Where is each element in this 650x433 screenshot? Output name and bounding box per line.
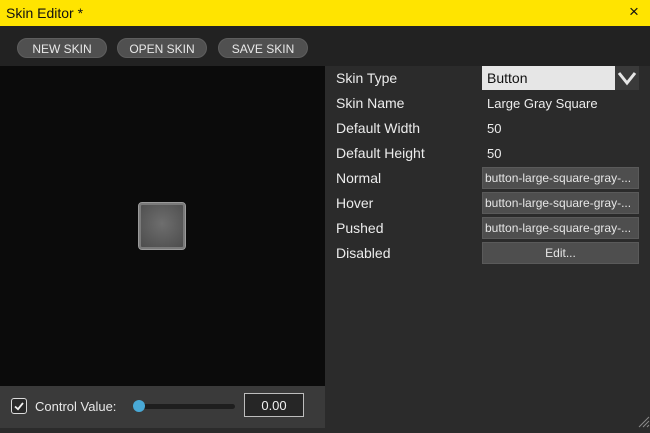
skin-preview-button[interactable]	[138, 202, 186, 250]
chevron-down-icon	[615, 66, 639, 90]
control-value-label: Control Value:	[35, 399, 117, 414]
skin-type-label: Skin Type	[336, 70, 398, 86]
properties-panel: Skin Type Button Skin Name Large Gray Sq…	[326, 66, 650, 428]
skin-name-field[interactable]: Large Gray Square	[487, 96, 598, 111]
hover-label: Hover	[336, 195, 374, 211]
checkmark-icon	[14, 402, 24, 411]
resize-grip-icon[interactable]	[634, 412, 650, 428]
pushed-asset-button[interactable]: button-large-square-gray-...	[482, 217, 639, 239]
close-icon[interactable]: ×	[624, 2, 644, 22]
slider-knob[interactable]	[133, 400, 145, 412]
new-skin-button[interactable]: NEW SKIN	[17, 38, 107, 58]
control-value-checkbox[interactable]	[11, 398, 27, 414]
default-width-label: Default Width	[336, 120, 421, 136]
open-skin-button[interactable]: OPEN SKIN	[117, 38, 207, 58]
skin-name-label: Skin Name	[336, 95, 405, 111]
default-height-field[interactable]: 50	[487, 146, 501, 161]
hover-asset-button[interactable]: button-large-square-gray-...	[482, 192, 639, 214]
normal-label: Normal	[336, 170, 382, 186]
skin-type-dropdown[interactable]: Button	[482, 66, 639, 90]
default-height-label: Default Height	[336, 145, 425, 161]
save-skin-button[interactable]: SAVE SKIN	[218, 38, 308, 58]
control-bar: Control Value:	[0, 386, 325, 428]
title-bar: Skin Editor * ×	[0, 0, 650, 26]
default-width-field[interactable]: 50	[487, 121, 501, 136]
skin-type-value: Button	[487, 70, 528, 86]
disabled-label: Disabled	[336, 245, 391, 261]
window-title: Skin Editor *	[6, 5, 84, 21]
pushed-label: Pushed	[336, 220, 384, 236]
control-value-slider[interactable]	[133, 404, 235, 409]
disabled-edit-button[interactable]: Edit...	[482, 242, 639, 264]
normal-asset-button[interactable]: button-large-square-gray-...	[482, 167, 639, 189]
toolbar: NEW SKIN OPEN SKIN SAVE SKIN	[0, 26, 650, 66]
skin-preview-area	[0, 66, 325, 386]
control-value-input[interactable]	[244, 393, 304, 417]
